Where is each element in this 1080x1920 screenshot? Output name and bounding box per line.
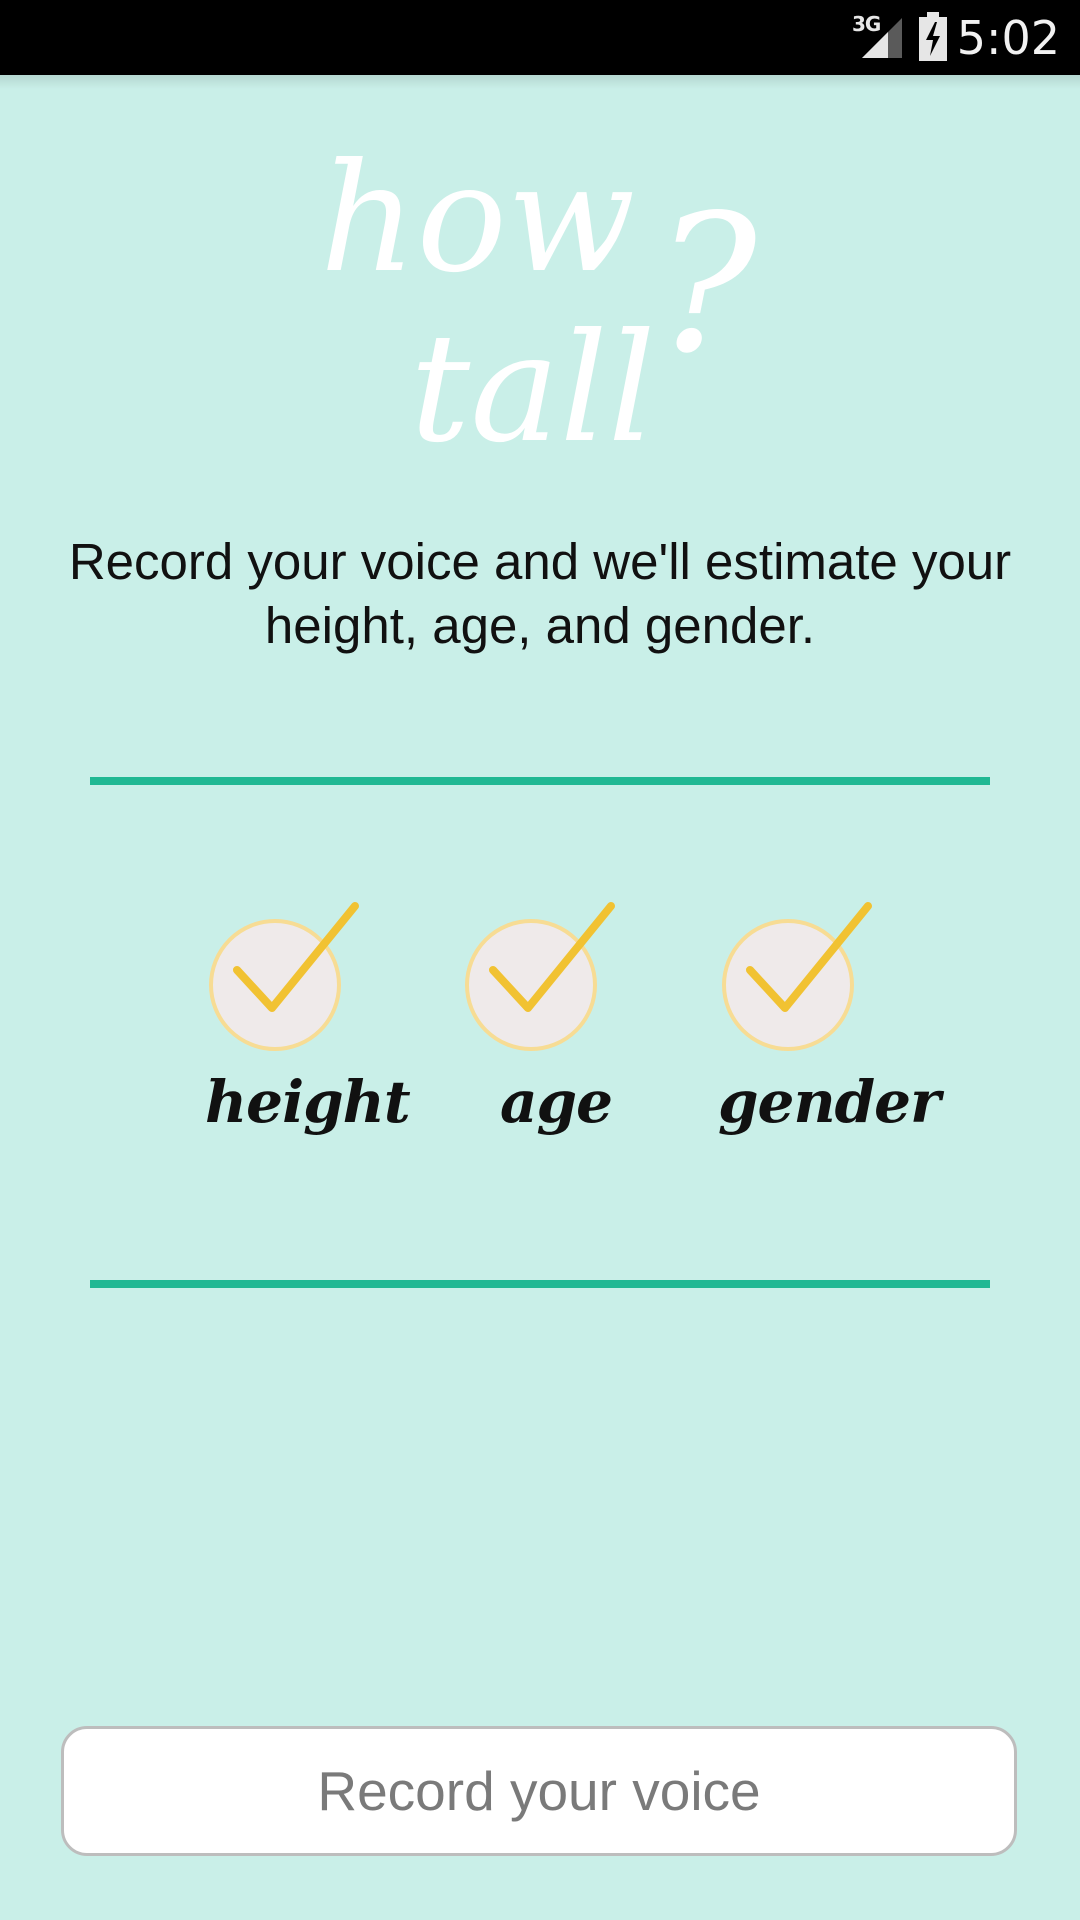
divider-bottom <box>90 1280 990 1288</box>
battery-charging-icon <box>919 12 947 61</box>
how-tall-logo: how tall ? <box>320 132 758 470</box>
record-voice-button[interactable]: Record your voice <box>61 1726 1017 1856</box>
feature-age: age <box>461 890 661 1180</box>
checkmark-icon <box>209 902 359 1051</box>
feature-label-age: age <box>499 1068 613 1136</box>
checkmark-icon <box>465 902 615 1051</box>
feature-label-gender: gender <box>718 1068 941 1136</box>
feature-gender: gender <box>718 890 941 1180</box>
tagline-text: Record your voice and we'll estimate you… <box>68 533 1012 654</box>
status-bar: 3G 5:02 <box>0 0 1080 75</box>
toolbar-shadow <box>0 75 1080 89</box>
feature-list: height age gender <box>180 890 941 1180</box>
feature-height: height <box>205 890 411 1180</box>
logo-word-tall: tall <box>410 302 656 470</box>
divider-top <box>90 777 990 785</box>
status-clock: 5:02 <box>956 11 1060 65</box>
checkmark-icon <box>722 902 872 1051</box>
logo-word-how: how <box>320 132 635 306</box>
feature-label-height: height <box>205 1068 411 1136</box>
signal-strength-icon <box>862 18 902 58</box>
logo-question-mark: ? <box>655 174 758 395</box>
